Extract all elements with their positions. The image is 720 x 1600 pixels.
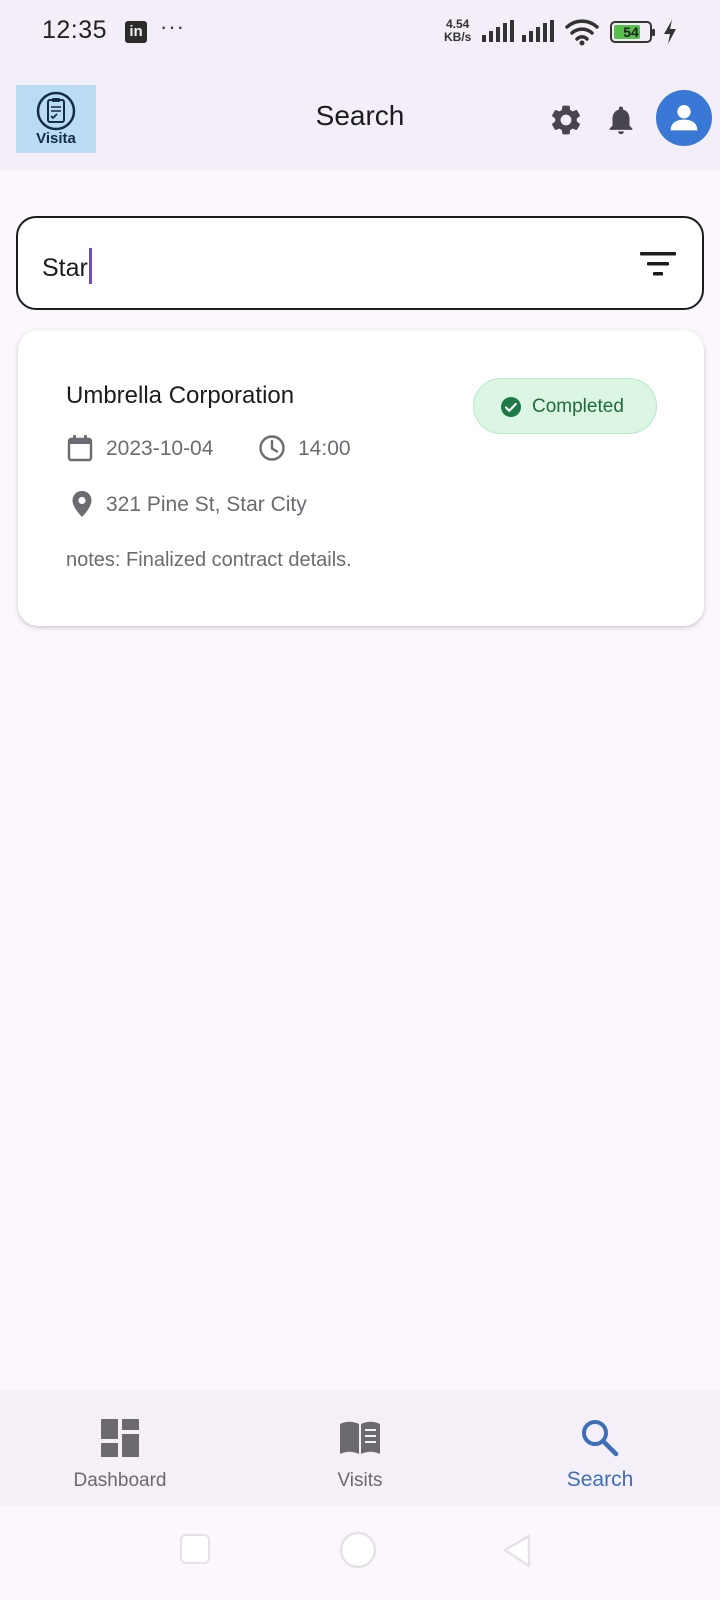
nav-item-dashboard[interactable]: Dashboard: [0, 1390, 240, 1506]
charging-icon: [664, 20, 676, 44]
search-input-value: Star: [42, 254, 88, 282]
book-icon: [340, 1421, 380, 1454]
app-logo: Visita: [16, 85, 96, 153]
bottom-navigation: Dashboard Visits Search: [0, 1390, 720, 1506]
search-input[interactable]: Star: [42, 248, 92, 284]
calendar-icon: [67, 435, 93, 462]
system-navigation-bar: [0, 1506, 720, 1600]
text-caret: [88, 248, 92, 284]
logo-text: Visita: [36, 130, 76, 147]
visit-company-name: Umbrella Corporation: [66, 382, 295, 409]
nav-item-search[interactable]: Search: [480, 1390, 720, 1506]
account-icon: [670, 105, 698, 131]
check-circle-icon: [501, 397, 521, 417]
recents-button[interactable]: [180, 1534, 210, 1564]
nav-label-visits: Visits: [337, 1470, 383, 1491]
linkedin-notification-icon: in: [125, 21, 147, 43]
visit-result-card[interactable]: Umbrella Corporation Completed 2023-10-0…: [18, 330, 704, 626]
status-label: Completed: [532, 396, 624, 417]
status-badge: Completed: [473, 378, 657, 434]
visit-address: 321 Pine St, Star City: [106, 493, 307, 516]
network-speed: 4.54 KB/s: [444, 18, 471, 44]
battery-level: 54: [623, 24, 639, 40]
back-button[interactable]: [502, 1530, 532, 1570]
status-bar: 12:35 in ··· 4.54 KB/s 54: [0, 0, 720, 70]
bell-icon[interactable]: [604, 102, 638, 138]
visit-notes: notes: Finalized contract details.: [66, 549, 352, 571]
account-avatar[interactable]: [656, 90, 712, 146]
app-bar: Visita Search: [0, 70, 720, 170]
clipboard-check-icon: [36, 91, 76, 131]
signal-icon: [522, 20, 554, 42]
status-time: 12:35: [42, 16, 108, 44]
network-speed-unit: KB/s: [444, 30, 472, 44]
nav-label-dashboard: Dashboard: [73, 1470, 167, 1491]
settings-icon[interactable]: [548, 102, 584, 138]
location-pin-icon: [72, 491, 92, 517]
home-button[interactable]: [338, 1530, 378, 1570]
wifi-icon: [565, 19, 599, 46]
signal-icon: [482, 20, 514, 42]
dashboard-icon: [101, 1419, 139, 1457]
page-title: Search: [315, 100, 405, 131]
more-notifications-icon: ···: [160, 14, 185, 39]
search-icon: [582, 1420, 619, 1457]
nav-label-search: Search: [566, 1468, 634, 1491]
filter-icon[interactable]: [638, 244, 678, 284]
visit-date: 2023-10-04: [106, 437, 214, 460]
clock-icon: [259, 435, 285, 461]
nav-item-visits[interactable]: Visits: [240, 1390, 480, 1506]
search-field[interactable]: Star: [16, 216, 704, 310]
battery-icon: 54: [610, 21, 655, 43]
visit-time: 14:00: [298, 437, 351, 460]
